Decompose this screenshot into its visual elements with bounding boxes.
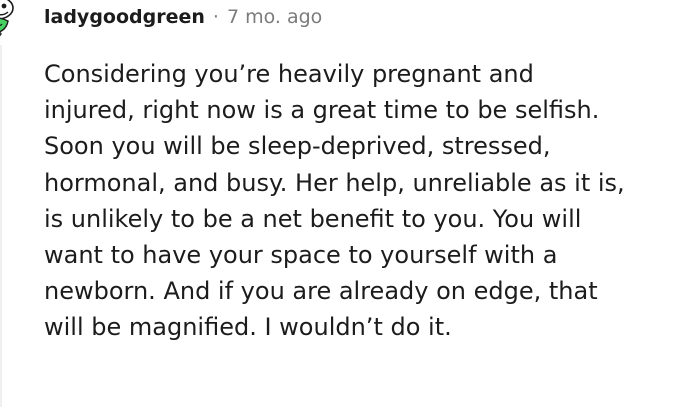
comment-text-line: Soon you will be sleep-deprived, stresse… <box>44 132 551 161</box>
comment-text-line: is unlikely to be a net benefit to you. … <box>44 204 582 233</box>
comment-text-line: Considering you’re heavily pregnant and <box>44 60 534 88</box>
meta-separator: · <box>212 6 219 28</box>
comment-text-line: hormonal, and busy. Her help, unreliable… <box>44 168 625 197</box>
comment-text-line: want to have your space to yourself with… <box>44 241 558 270</box>
comment-text-line: newborn. And if you are already on edge,… <box>44 277 598 306</box>
timestamp-link[interactable]: 7 mo. ago <box>227 6 322 28</box>
thread-line[interactable] <box>0 45 2 407</box>
comment-text-line: injured, right now is a great time to be… <box>44 96 600 125</box>
comment-body: Considering you’re heavily pregnant and … <box>44 56 696 346</box>
comment: ladygoodgreen · 7 mo. ago Considering yo… <box>0 0 700 407</box>
author-link[interactable]: ladygoodgreen <box>44 6 205 28</box>
user-avatar-icon[interactable] <box>0 0 20 44</box>
comment-meta: ladygoodgreen · 7 mo. ago <box>44 4 322 30</box>
comment-text-line: will be magnified. I wouldn’t do it. <box>44 313 452 342</box>
